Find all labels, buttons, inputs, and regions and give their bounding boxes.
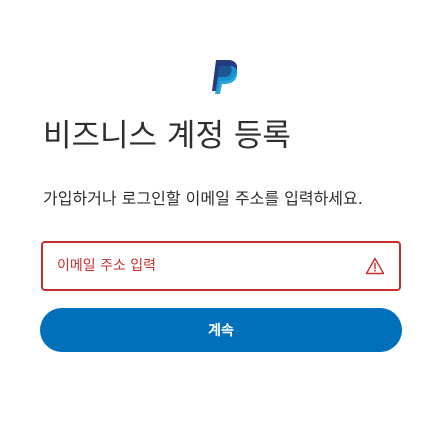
warning-icon: [365, 257, 385, 275]
page-title: 비즈니스 계정 등록: [43, 118, 291, 154]
email-field-container: [41, 241, 401, 291]
continue-button[interactable]: 계속: [40, 308, 402, 352]
email-field[interactable]: [43, 243, 399, 289]
signup-page: 비즈니스 계정 등록 가입하거나 로그인할 이메일 주소를 입력하세요. 계속: [0, 0, 445, 434]
paypal-logo-icon: [212, 60, 238, 94]
email-instruction: 가입하거나 로그인할 이메일 주소를 입력하세요.: [43, 189, 363, 208]
